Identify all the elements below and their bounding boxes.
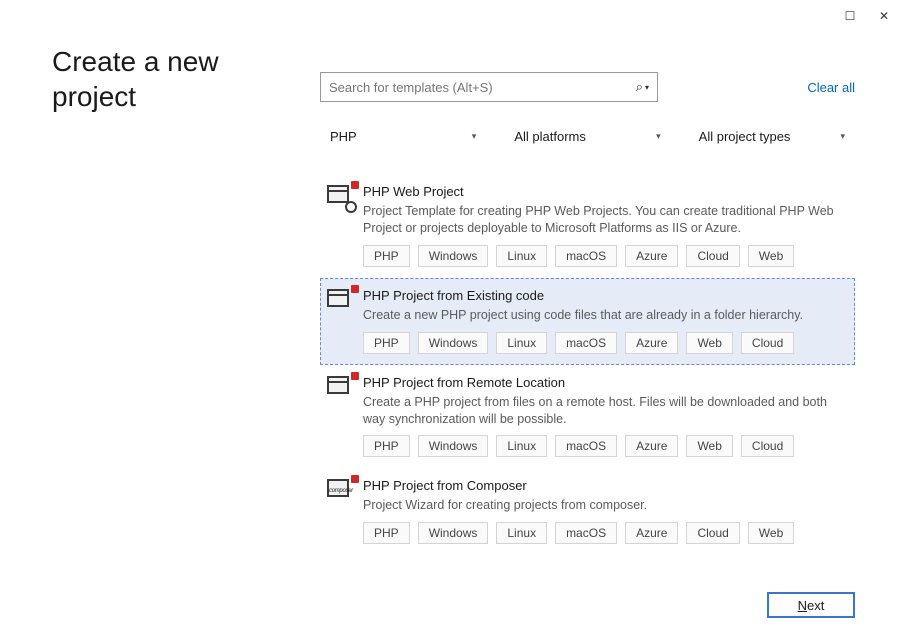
template-description: Project Template for creating PHP Web Pr…: [363, 203, 844, 237]
filter-row: PHP ▾ All platforms ▾ All project types …: [320, 122, 855, 150]
tag: Windows: [418, 332, 489, 354]
template-item[interactable]: PHP Project from Existing code Create a n…: [320, 278, 855, 365]
template-description: Create a new PHP project using code file…: [363, 307, 844, 324]
tag: Cloud: [686, 522, 739, 544]
tag: Windows: [418, 245, 489, 267]
search-box[interactable]: ⌕ ▾: [320, 72, 658, 102]
tag: Linux: [496, 435, 547, 457]
main-area: Create a new project ⌕ ▾ Clear all PHP ▾…: [0, 32, 900, 592]
template-body: PHP Project from Composer Project Wizard …: [363, 478, 844, 544]
tag: Cloud: [741, 435, 794, 457]
template-icon: [327, 185, 355, 209]
chevron-down-icon: ▾: [472, 131, 477, 142]
tag: Web: [748, 245, 794, 267]
tag: Linux: [496, 522, 547, 544]
tag: macOS: [555, 435, 617, 457]
template-icon: composer: [327, 479, 355, 503]
tag: Web: [686, 435, 732, 457]
filter-project-type-label: All project types: [699, 129, 791, 144]
tag: Azure: [625, 332, 678, 354]
search-dropdown-icon[interactable]: ▾: [645, 83, 649, 92]
template-tags: PHP Windows Linux macOS Azure Cloud Web: [363, 245, 844, 267]
filter-platform-label: All platforms: [514, 129, 586, 144]
template-title: PHP Project from Existing code: [363, 288, 844, 303]
tag: PHP: [363, 435, 410, 457]
tag: Linux: [496, 245, 547, 267]
left-pane: Create a new project: [0, 32, 320, 592]
search-row: ⌕ ▾ Clear all: [320, 72, 855, 102]
template-description: Project Wizard for creating projects fro…: [363, 497, 844, 514]
right-pane: ⌕ ▾ Clear all PHP ▾ All platforms ▾ All …: [320, 32, 900, 592]
page-title: Create a new project: [52, 44, 300, 114]
search-icon[interactable]: ⌕: [636, 79, 643, 95]
chevron-down-icon: ▾: [656, 131, 661, 142]
template-body: PHP Project from Remote Location Create a…: [363, 375, 844, 458]
tag: PHP: [363, 245, 410, 267]
tag: Azure: [625, 245, 678, 267]
maximize-icon[interactable]: ☐: [842, 9, 858, 23]
chevron-down-icon: ▾: [840, 131, 845, 142]
tag: Azure: [625, 522, 678, 544]
template-description: Create a PHP project from files on a rem…: [363, 394, 844, 428]
tag: macOS: [555, 245, 617, 267]
template-list: PHP Web Project Project Template for crea…: [320, 174, 855, 592]
close-icon[interactable]: ✕: [876, 9, 892, 23]
tag: Cloud: [686, 245, 739, 267]
template-tags: PHP Windows Linux macOS Azure Cloud Web: [363, 522, 844, 544]
template-item[interactable]: composer PHP Project from Composer Project…: [320, 468, 855, 555]
tag: Linux: [496, 332, 547, 354]
tag: Azure: [625, 435, 678, 457]
filter-project-type[interactable]: All project types ▾: [689, 122, 855, 150]
dialog-footer: Next: [767, 592, 855, 618]
template-tags: PHP Windows Linux macOS Azure Web Cloud: [363, 435, 844, 457]
clear-all-link[interactable]: Clear all: [807, 80, 855, 95]
window-titlebar: ☐ ✕: [0, 0, 900, 32]
template-body: PHP Web Project Project Template for crea…: [363, 184, 844, 267]
template-title: PHP Project from Composer: [363, 478, 844, 493]
tag: Windows: [418, 522, 489, 544]
next-button[interactable]: Next: [767, 592, 855, 618]
template-icon: [327, 376, 355, 400]
tag: Cloud: [741, 332, 794, 354]
tag: Web: [686, 332, 732, 354]
template-icon: [327, 289, 355, 313]
template-title: PHP Project from Remote Location: [363, 375, 844, 390]
filter-language[interactable]: PHP ▾: [320, 122, 486, 150]
template-body: PHP Project from Existing code Create a n…: [363, 288, 844, 354]
filter-language-label: PHP: [330, 129, 357, 144]
tag: macOS: [555, 332, 617, 354]
tag: PHP: [363, 332, 410, 354]
template-tags: PHP Windows Linux macOS Azure Web Cloud: [363, 332, 844, 354]
filter-platform[interactable]: All platforms ▾: [504, 122, 670, 150]
tag: Windows: [418, 435, 489, 457]
search-input[interactable]: [329, 80, 636, 95]
tag: macOS: [555, 522, 617, 544]
template-item[interactable]: PHP Project from Remote Location Create a…: [320, 365, 855, 469]
template-item[interactable]: PHP Web Project Project Template for crea…: [320, 174, 855, 278]
template-title: PHP Web Project: [363, 184, 844, 199]
tag: Web: [748, 522, 794, 544]
tag: PHP: [363, 522, 410, 544]
template-item-peek: [320, 555, 855, 557]
